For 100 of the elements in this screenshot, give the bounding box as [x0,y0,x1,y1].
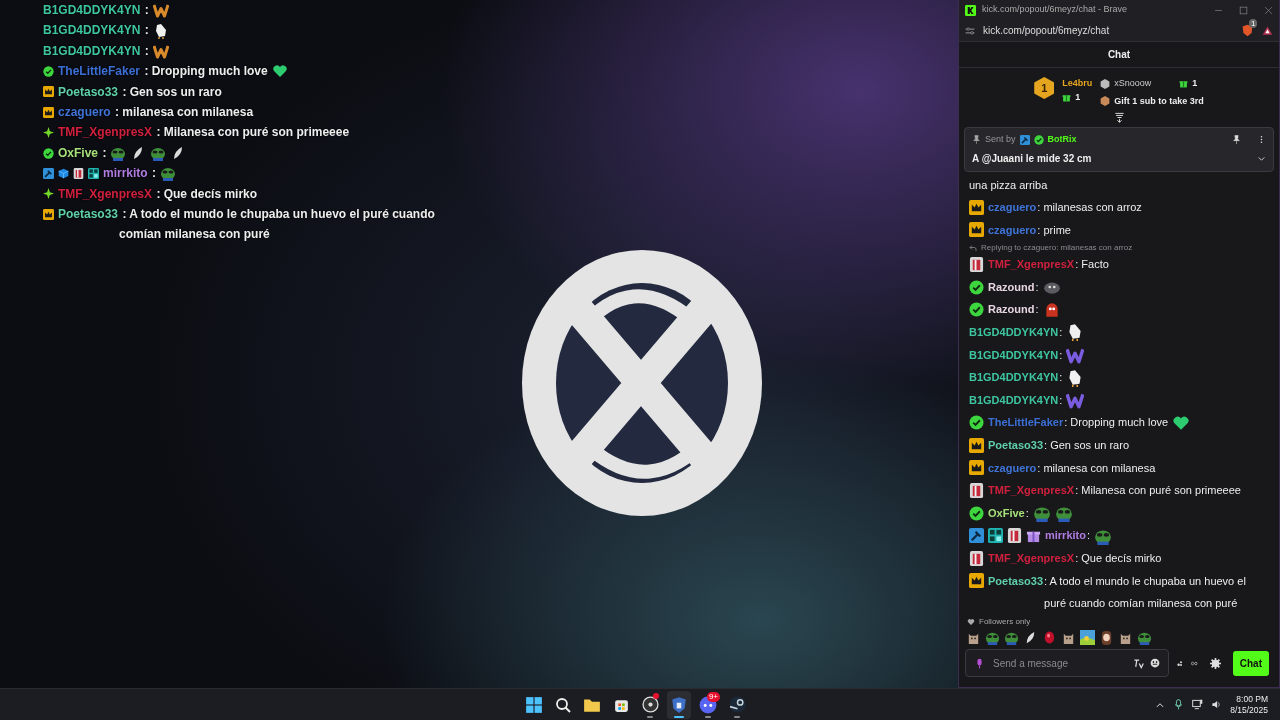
gift-icon [1179,79,1189,89]
hexagon-icon [1100,78,1111,89]
username[interactable]: czaguero [988,218,1037,242]
heart-icon [271,63,288,80]
shield-icon [1241,24,1254,37]
translate-icon [1133,657,1144,669]
username[interactable]: Poetaso33 [58,204,119,225]
username[interactable]: OxFive [58,142,99,164]
username[interactable]: mirrkito [1045,524,1086,547]
username[interactable]: Razound [988,275,1035,299]
username[interactable]: B1GD4DDYK4YN [969,366,1059,389]
message-text: : Dropping much love [1064,415,1169,431]
message-text: : [143,42,149,60]
message-text: : Que decís mirko [155,185,258,203]
username[interactable]: czaguero [988,196,1037,219]
message-text: : [1059,325,1063,341]
username[interactable]: TMF_XgenpresX [58,183,153,205]
steam-icon [728,696,746,713]
close-icon [1264,5,1273,15]
username[interactable]: B1GD4DDYK4YN [969,388,1059,412]
sparkle-icon [43,188,54,200]
message-text: : Gen sos un raro [121,83,222,101]
message-text: : [1059,370,1063,386]
leaderboard-hint: Gift 1 sub to take 3rd [1114,94,1204,108]
sparkle-icon [43,127,54,139]
gift-count: 1 [1192,77,1198,90]
cup-icon [73,167,84,179]
message-text: : [151,165,157,183]
frog-emote-icon[interactable] [985,630,1000,645]
gift-count: 1 [1075,90,1081,104]
character-emote-icon[interactable] [1099,630,1114,645]
shield-icon [670,695,688,714]
emoji-icon [1150,658,1160,668]
message-text: : prime [1037,222,1071,238]
notification-count: 9+ [706,691,720,702]
username[interactable]: Poetaso33 [988,434,1044,457]
username[interactable]: TMF_XgenpresX [58,122,153,143]
username[interactable]: B1GD4DDYK4YN [969,343,1059,367]
message-text: : [1059,347,1063,363]
leader-name[interactable]: Le4bru [1062,77,1093,91]
chat-mode: Followers only [979,616,1031,628]
message-input[interactable]: Send a message [991,654,1127,672]
rank-badge: 1 [1034,77,1055,99]
clock-time[interactable]: 8:00 PM [1230,693,1268,705]
tile-icon [988,528,1003,544]
frog-emote-icon[interactable] [1004,630,1019,645]
chat-header: Chat [959,42,1279,68]
username[interactable]: Poetaso33 [988,569,1044,593]
username[interactable]: B1GD4DDYK4YN [43,0,141,21]
cube-icon [58,167,69,179]
username[interactable]: B1GD4DDYK4YN [43,40,141,62]
pin-icon [1232,135,1241,145]
verified-icon [969,279,984,295]
gem-emote-icon[interactable] [1042,630,1057,645]
frog-emote-icon[interactable] [1137,630,1152,645]
message-input-field[interactable]: Send a message [965,649,1169,677]
microphone-icon [974,657,985,669]
pinned-text: A @Juaani le mide 32 cm [972,151,1092,166]
username[interactable]: mirrkito [103,163,148,184]
window-title: kick.com/popout/6meyz/chat - Brave [982,3,1128,17]
hammer-icon [43,167,54,179]
crown-icon [969,573,984,589]
username[interactable]: Poetaso33 [58,81,119,103]
verified-icon [969,505,984,521]
taskbar-app-button[interactable]: 9+ [696,690,720,719]
username[interactable]: czaguero [58,102,111,123]
username[interactable]: B1GD4DDYK4YN [43,20,141,41]
pinned-author[interactable]: BotRix [1047,133,1077,147]
clock-date[interactable]: 8/15/2025 [1230,704,1268,716]
cup-icon [969,483,984,498]
message-text: : [1035,279,1039,295]
username[interactable]: OxFive [988,501,1025,525]
chat-send-button[interactable]: Chat [1232,650,1269,676]
heart-icon [967,618,975,626]
message-text: una pizza arriba [969,177,1048,193]
username[interactable]: TheLittleFaker [988,411,1064,435]
address-text[interactable]: kick.com/popout/6meyz/chat [983,23,1110,38]
search-icon [555,696,571,713]
cup-icon [969,257,984,273]
filter-icon [1113,112,1125,123]
site-settings-icon [965,25,975,36]
message-text: : [143,2,149,19]
username[interactable]: Razound [988,298,1035,322]
crown-icon [43,106,54,118]
taskbar-app-button[interactable] [667,690,691,719]
message-text: : milanesa con milanesa [1037,460,1156,476]
message-text: : [1035,302,1039,318]
message-text: : [1086,528,1091,544]
verified-icon [969,415,984,431]
username[interactable]: TheLittleFaker [58,61,141,82]
shield-count: 1 [1249,19,1258,28]
username[interactable]: czaguero [988,456,1037,480]
username[interactable]: B1GD4DDYK4YN [969,321,1059,344]
triangle-icon [1262,25,1273,36]
hammer-icon [969,528,984,544]
crown-icon [969,460,984,476]
frog-emote-icon [160,165,177,182]
leader-name[interactable]: xSnooow [1114,77,1152,91]
settings-icon [1209,658,1221,670]
crown-icon [969,437,984,453]
